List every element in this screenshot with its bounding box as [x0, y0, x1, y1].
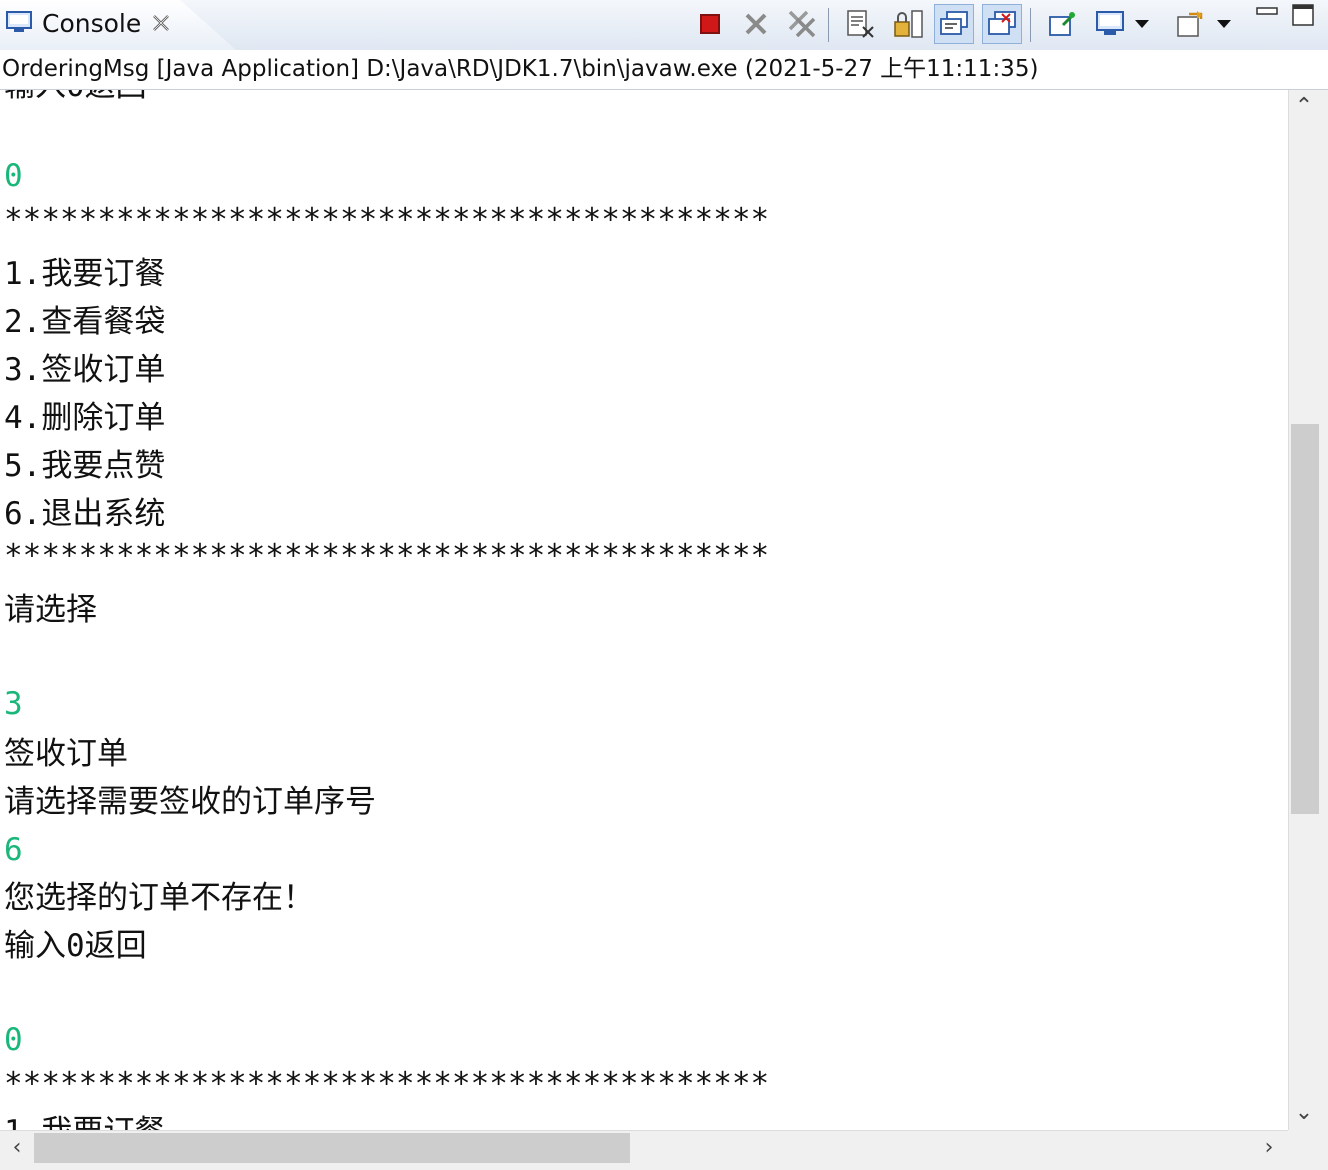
- show-on-stderr-button[interactable]: [982, 4, 1022, 44]
- console-toolbar: [690, 4, 1328, 46]
- vertical-scrollbar[interactable]: ⌃ ⌄: [1288, 90, 1328, 1130]
- console-input-line: 0: [4, 158, 23, 194]
- horizontal-scroll-thumb[interactable]: [34, 1133, 630, 1163]
- console-view: Console OrderingMsg [Java Application] D…: [0, 0, 1328, 1170]
- console-line: 输入0返回: [4, 90, 147, 106]
- open-console-dropdown[interactable]: [1212, 4, 1236, 44]
- scroll-lock-button[interactable]: [888, 4, 928, 44]
- console-line: 6.退出系统: [4, 496, 166, 532]
- close-icon[interactable]: [150, 12, 172, 34]
- scrollbar-corner: [1288, 1130, 1328, 1170]
- console-line: 请选择: [4, 592, 97, 628]
- console-line: ****************************************…: [4, 1066, 770, 1102]
- console-icon: [6, 11, 32, 32]
- show-on-stderr-icon: [988, 11, 1016, 35]
- pin-console-icon: [1049, 12, 1076, 36]
- scroll-down-icon[interactable]: ⌄: [1289, 1098, 1319, 1128]
- maximize-icon: [1292, 4, 1314, 26]
- show-on-stdout-button[interactable]: [934, 4, 974, 44]
- console-input-line: 0: [4, 1022, 23, 1058]
- console-input-line: 3: [4, 686, 23, 722]
- scroll-right-icon[interactable]: ›: [1254, 1133, 1284, 1163]
- remove-launch-button[interactable]: [736, 4, 776, 44]
- dropdown-arrow-icon: [1217, 20, 1231, 28]
- remove-launch-icon: [745, 13, 767, 35]
- vertical-scroll-thumb[interactable]: [1291, 424, 1319, 814]
- console-line: 签收订单: [4, 736, 128, 772]
- maximize-button[interactable]: [1288, 4, 1318, 44]
- scroll-lock-icon: [894, 10, 923, 38]
- tab-label: Console: [42, 9, 142, 38]
- console-line: 4.删除订单: [4, 400, 166, 436]
- console-line: 2.查看餐袋: [4, 304, 166, 340]
- display-console-dropdown[interactable]: [1130, 4, 1154, 44]
- clear-console-button[interactable]: [840, 4, 880, 44]
- scroll-up-icon[interactable]: ⌃: [1289, 92, 1319, 122]
- console-line: 1.我要订餐: [4, 1112, 165, 1130]
- display-console-button[interactable]: [1090, 4, 1130, 44]
- display-console-icon: [1096, 11, 1124, 35]
- remove-all-launches-icon: [788, 10, 816, 38]
- console-line: 1.我要订餐: [4, 256, 166, 292]
- console-output[interactable]: 输入0返回 0 *********************************…: [0, 90, 1288, 1130]
- console-line: 您选择的订单不存在！: [4, 880, 314, 916]
- open-console-icon: [1177, 11, 1203, 37]
- console-line: 请选择需要签收的订单序号: [4, 784, 376, 820]
- pin-console-button[interactable]: [1042, 4, 1082, 44]
- scroll-left-icon[interactable]: ‹: [2, 1133, 32, 1163]
- dropdown-arrow-icon: [1135, 20, 1149, 28]
- console-line: 输入0返回: [4, 928, 147, 964]
- console-line: ****************************************…: [4, 538, 770, 574]
- minimize-button[interactable]: [1252, 4, 1282, 44]
- console-line: 3.签收订单: [4, 352, 166, 388]
- terminate-button[interactable]: [690, 4, 730, 44]
- console-line: ****************************************…: [4, 202, 770, 238]
- process-description: OrderingMsg [Java Application] D:\Java\R…: [0, 50, 1328, 90]
- tab-bar: Console: [0, 0, 1328, 51]
- minimize-icon: [1256, 7, 1278, 15]
- console-input-line: 6: [4, 832, 23, 868]
- tab-console[interactable]: Console: [0, 0, 236, 50]
- remove-all-launches-button[interactable]: [782, 4, 822, 44]
- open-console-button[interactable]: [1170, 4, 1210, 44]
- clear-console-icon: [847, 10, 874, 38]
- toolbar-separator: [1030, 8, 1031, 42]
- horizontal-scrollbar[interactable]: ‹ ›: [0, 1130, 1288, 1170]
- terminate-icon: [700, 14, 720, 34]
- console-line: 5.我要点赞: [4, 448, 166, 484]
- toolbar-separator: [828, 8, 829, 42]
- show-on-stdout-icon: [940, 11, 968, 35]
